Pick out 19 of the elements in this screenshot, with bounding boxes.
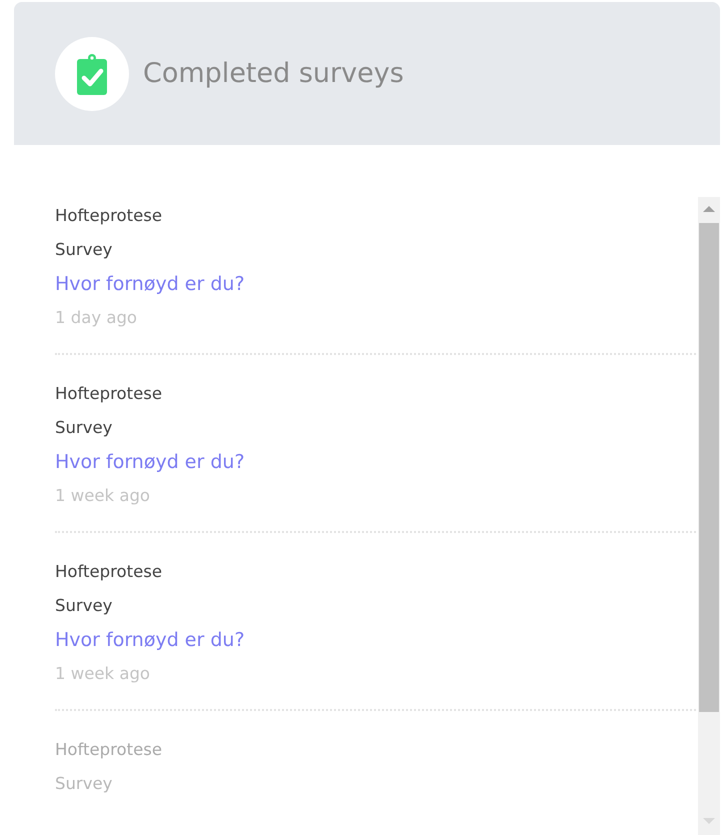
survey-type: Survey	[55, 417, 112, 439]
survey-time: 1 day ago	[55, 307, 138, 329]
survey-category: Hofteprotese	[55, 383, 162, 405]
survey-time: 1 week ago	[55, 663, 150, 685]
survey-time: 1 week ago	[55, 485, 150, 507]
scrollbar-thumb[interactable]	[699, 223, 719, 712]
survey-type: Survey	[55, 239, 112, 261]
survey-title-link[interactable]: Hvor fornøyd er du?	[55, 267, 245, 301]
survey-category: Hofteprotese	[55, 205, 162, 227]
header-title: Completed surveys	[143, 58, 404, 89]
survey-category: Hofteprotese	[55, 561, 162, 583]
scroll-down-icon[interactable]	[703, 817, 715, 825]
scrollbar[interactable]	[698, 197, 720, 835]
survey-title-link[interactable]: Hvor fornøyd er du?	[55, 623, 245, 657]
survey-type: Survey	[55, 595, 112, 617]
survey-category: Hofteprotese	[55, 739, 162, 761]
scroll-up-icon[interactable]	[703, 205, 715, 213]
survey-title-link[interactable]: Hvor fornøyd er du?	[55, 445, 245, 479]
survey-type: Survey	[55, 773, 112, 795]
